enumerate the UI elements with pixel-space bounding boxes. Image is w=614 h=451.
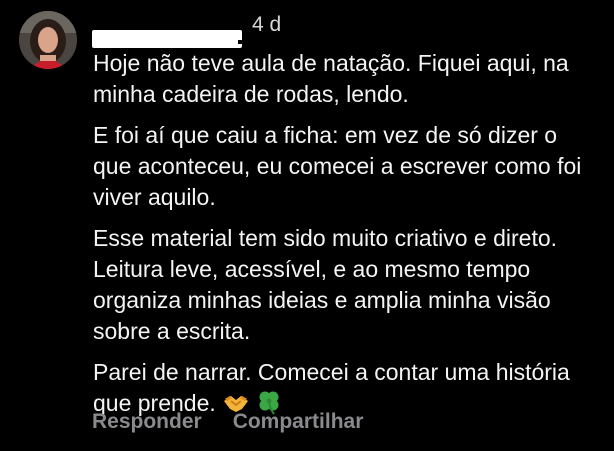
comment: 4 d Hoje não teve aula de natação. Fique… xyxy=(0,0,614,451)
redaction-gap xyxy=(238,40,258,44)
comment-paragraph: Hoje não teve aula de natação. Fiquei aq… xyxy=(93,50,569,107)
avatar-photo xyxy=(19,11,77,69)
share-button[interactable]: Compartilhar xyxy=(233,410,364,434)
comment-paragraph-text: Parei de narrar. Comecei a contar uma hi… xyxy=(93,359,570,416)
redaction-mark xyxy=(92,30,242,48)
avatar[interactable] xyxy=(19,11,77,69)
reply-button[interactable]: Responder xyxy=(92,410,202,434)
comment-time[interactable]: 4 d xyxy=(252,13,281,37)
comment-body: Hoje não teve aula de natação. Fiquei aq… xyxy=(93,48,593,433)
comment-actions: Responder Compartilhar xyxy=(92,410,363,434)
comment-paragraph: E foi aí que caiu a ficha: em vez de só … xyxy=(93,122,582,210)
comment-paragraph: Esse material tem sido muito criativo e … xyxy=(93,225,558,344)
